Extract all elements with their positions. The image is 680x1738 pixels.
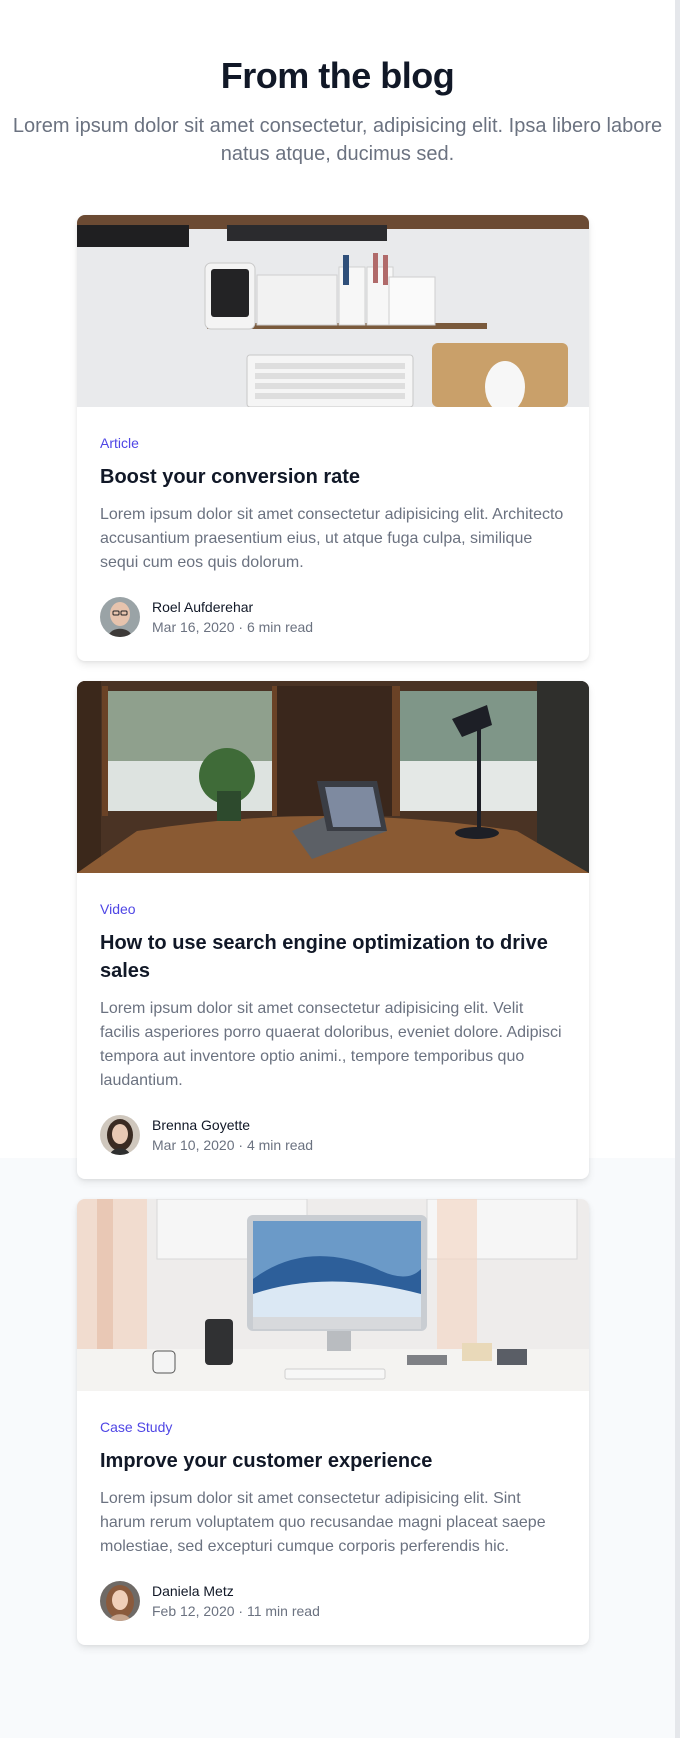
post-category-link[interactable]: Case Study <box>100 1417 566 1437</box>
post-description: Lorem ipsum dolor sit amet consectetur a… <box>100 506 564 571</box>
page-title: From the blog <box>220 55 455 96</box>
post-title-link[interactable]: How to use search engine optimization to… <box>100 929 566 985</box>
post-date: Feb 12, 2020 <box>152 1603 235 1619</box>
read-time: 6 min read <box>246 619 314 635</box>
blog-post-card[interactable]: Video How to use search engine optimizat… <box>77 681 589 1179</box>
author-name-link[interactable]: Roel Aufderehar <box>152 597 313 617</box>
post-content: Case Study Improve your customer experie… <box>77 1391 589 1645</box>
post-meta: Mar 10, 2020 · 4 min read <box>152 1135 313 1155</box>
blog-post-card[interactable]: Case Study Improve your customer experie… <box>77 1199 589 1645</box>
author-meta: Brenna Goyette Mar 10, 2020 · 4 min read <box>152 1115 313 1155</box>
post-image-imac-desk[interactable] <box>77 1199 589 1391</box>
author-avatar[interactable] <box>100 1581 140 1621</box>
meta-separator: · <box>238 1137 244 1153</box>
post-content: Video How to use search engine optimizat… <box>77 873 589 1179</box>
post-category-link[interactable]: Article <box>100 433 566 453</box>
post-author: Brenna Goyette Mar 10, 2020 · 4 min read <box>100 1115 566 1155</box>
post-author: Daniela Metz Feb 12, 2020 · 11 min read <box>100 1581 566 1621</box>
author-name-link[interactable]: Daniela Metz <box>152 1581 320 1601</box>
author-meta: Roel Aufderehar Mar 16, 2020 · 6 min rea… <box>152 597 313 637</box>
post-description: Lorem ipsum dolor sit amet consectetur a… <box>100 1490 546 1555</box>
blog-post-card[interactable]: Article Boost your conversion rate Lorem… <box>77 215 589 661</box>
post-meta: Feb 12, 2020 · 11 min read <box>152 1601 320 1621</box>
meta-separator: · <box>238 1603 244 1619</box>
author-avatar[interactable] <box>100 597 140 637</box>
post-content: Article Boost your conversion rate Lorem… <box>77 407 589 661</box>
read-time: 4 min read <box>246 1137 314 1153</box>
scrollbar-track[interactable] <box>675 0 680 1738</box>
post-title-link[interactable]: Improve your customer experience <box>100 1447 566 1475</box>
post-category-link[interactable]: Video <box>100 899 566 919</box>
blog-header: From the blog Lorem ipsum dolor sit amet… <box>0 0 675 168</box>
blog-post-list: Article Boost your conversion rate Lorem… <box>77 215 589 1665</box>
post-description: Lorem ipsum dolor sit amet consectetur a… <box>100 1000 562 1089</box>
post-title-link[interactable]: Boost your conversion rate <box>100 463 566 491</box>
post-image-desk-workspace[interactable] <box>77 215 589 407</box>
author-name-link[interactable]: Brenna Goyette <box>152 1115 313 1135</box>
author-avatar[interactable] <box>100 1115 140 1155</box>
author-meta: Daniela Metz Feb 12, 2020 · 11 min read <box>152 1581 320 1621</box>
post-author: Roel Aufderehar Mar 16, 2020 · 6 min rea… <box>100 597 566 637</box>
post-date: Mar 16, 2020 <box>152 619 235 635</box>
post-date: Mar 10, 2020 <box>152 1137 235 1153</box>
post-image-laptop-by-window[interactable] <box>77 681 589 873</box>
read-time: 11 min read <box>246 1603 320 1619</box>
page-subtitle: Lorem ipsum dolor sit amet consectetur, … <box>12 115 663 165</box>
post-meta: Mar 16, 2020 · 6 min read <box>152 617 313 637</box>
meta-separator: · <box>238 619 244 635</box>
